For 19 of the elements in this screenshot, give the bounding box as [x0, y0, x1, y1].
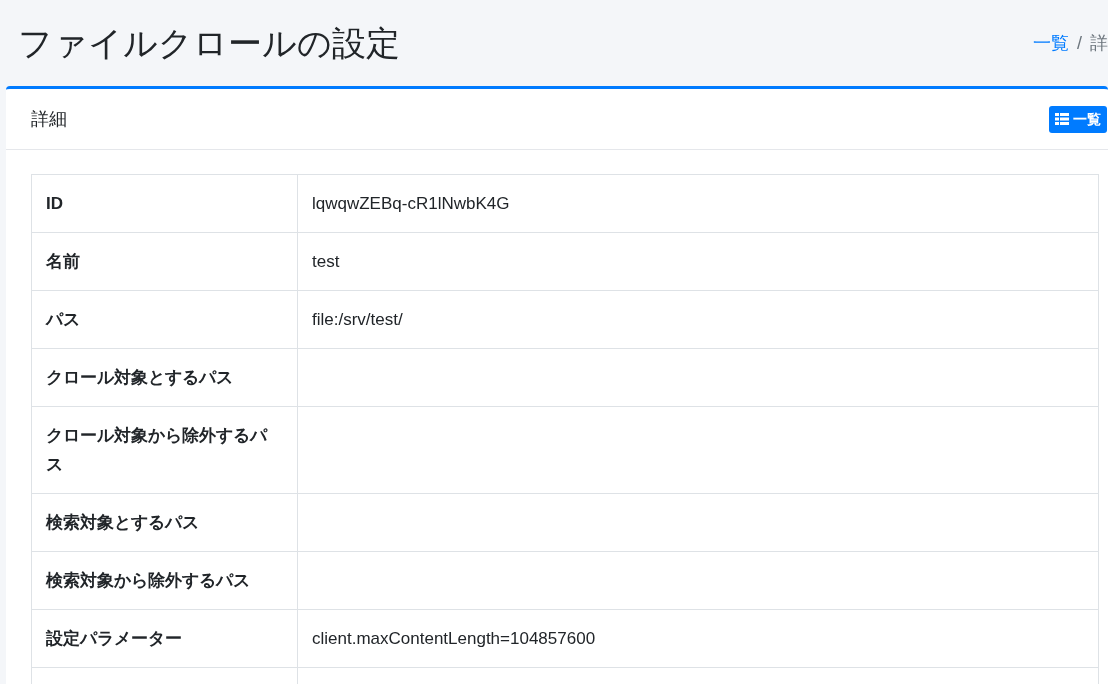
- list-icon: [1055, 113, 1069, 125]
- breadcrumb-current: 詳: [1090, 31, 1108, 55]
- breadcrumb-link[interactable]: 一覧: [1033, 29, 1069, 57]
- row-value: file:/srv/test/: [297, 290, 1099, 349]
- row-label: クロール対象から除外するパス: [31, 406, 298, 494]
- row-label: 検索対象とするパス: [31, 493, 298, 552]
- row-value: client.maxContentLength=104857600: [297, 609, 1099, 668]
- card-title: 詳細: [31, 107, 67, 131]
- row-value: test: [297, 232, 1099, 291]
- row-value: lqwqwZEBq-cR1lNwbK4G: [297, 174, 1099, 233]
- row-label: クロール対象とするパス: [31, 348, 298, 407]
- row-label: 名前: [31, 232, 298, 291]
- breadcrumb-separator: /: [1077, 31, 1082, 55]
- page-title: ファイルクロールの設定: [18, 22, 400, 64]
- list-button[interactable]: 一覧: [1049, 105, 1107, 133]
- row-label: 検索対象から除外するパス: [31, 551, 298, 610]
- row-label: パス: [31, 290, 298, 349]
- row-label: ID: [31, 174, 298, 233]
- row-label: 設定パラメーター: [31, 609, 298, 668]
